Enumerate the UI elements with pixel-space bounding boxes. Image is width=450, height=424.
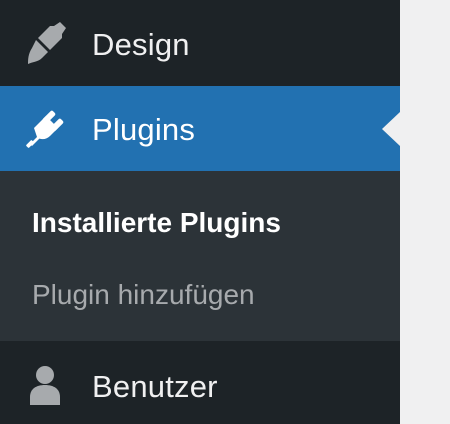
plugins-submenu: Installierte Plugins Plugin hinzufügen <box>0 171 400 341</box>
plugin-plug-icon <box>20 104 70 154</box>
menu-item-users-label: Benutzer <box>92 369 218 404</box>
submenu-item-add-plugin[interactable]: Plugin hinzufügen <box>32 277 255 313</box>
admin-sidebar-menu: Design Plugins Installierte Plugins Plug… <box>0 0 400 424</box>
menu-item-plugins[interactable]: Plugins <box>0 86 400 171</box>
menu-item-plugins-label: Plugins <box>92 112 196 147</box>
paintbrush-icon <box>20 18 70 68</box>
current-menu-arrow <box>382 112 400 146</box>
menu-item-design[interactable]: Design <box>0 0 400 86</box>
user-icon <box>20 361 70 411</box>
menu-item-design-label: Design <box>92 27 190 62</box>
menu-item-users[interactable]: Benutzer <box>0 341 400 424</box>
submenu-item-installed-plugins[interactable]: Installierte Plugins <box>32 205 281 241</box>
